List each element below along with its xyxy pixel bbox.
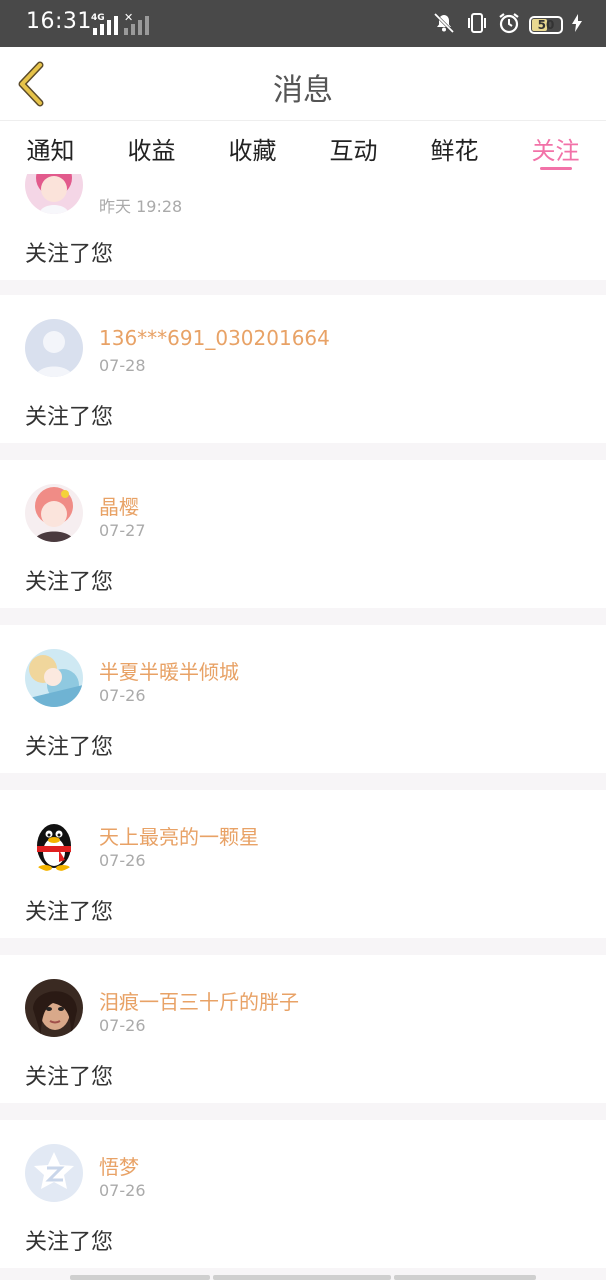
tab-favorites[interactable]: 收藏	[202, 121, 303, 174]
timestamp: 07-27	[99, 521, 146, 540]
header: 消息	[0, 47, 606, 121]
tab-flowers[interactable]: 鲜花	[404, 121, 505, 174]
timestamp: 07-26	[99, 686, 146, 705]
username[interactable]: 136***691_030201664	[99, 326, 330, 350]
timestamp: 07-26	[99, 1181, 146, 1200]
notification-list[interactable]: 昨天 19:28 关注了您 136***691_030201664 07-28 …	[0, 174, 606, 1280]
anime-girl-avatar[interactable]	[25, 484, 83, 542]
username[interactable]: 半夏半暖半倾城	[99, 656, 239, 685]
tab-notice[interactable]: 通知	[0, 121, 101, 174]
message-text: 关注了您	[25, 405, 114, 430]
signal-icon	[93, 15, 118, 35]
signal-empty-icon	[124, 15, 149, 35]
timestamp: 07-26	[99, 851, 146, 870]
list-item[interactable]: 半夏半暖半倾城 07-26 关注了您	[0, 625, 606, 773]
message-text: 关注了您	[25, 242, 114, 267]
list-item[interactable]: 天上最亮的一颗星 07-26 关注了您	[0, 790, 606, 938]
username[interactable]: 晶樱	[99, 491, 139, 520]
timestamp: 07-28	[99, 356, 146, 375]
scroll-indicator	[394, 1275, 536, 1280]
page-title: 消息	[273, 73, 333, 108]
anime-blue-avatar[interactable]	[25, 649, 83, 707]
anime-pink-avatar[interactable]	[25, 174, 83, 214]
battery-icon: 50	[529, 16, 563, 34]
vibrate-icon	[465, 12, 489, 38]
default-user-avatar[interactable]	[25, 319, 83, 377]
timestamp: 07-26	[99, 1016, 146, 1035]
message-text: 关注了您	[25, 1065, 114, 1090]
battery-level: 50	[537, 18, 555, 32]
zone-logo-avatar[interactable]	[25, 1144, 83, 1202]
scroll-indicator	[70, 1275, 210, 1280]
username[interactable]: 天上最亮的一颗星	[99, 821, 259, 850]
tab-earnings[interactable]: 收益	[101, 121, 202, 174]
tab-following[interactable]: 关注	[505, 121, 606, 174]
list-item[interactable]: 泪痕一百三十斤的胖子 07-26 关注了您	[0, 955, 606, 1103]
charging-icon	[572, 14, 582, 36]
username[interactable]: 泪痕一百三十斤的胖子	[99, 986, 299, 1015]
alarm-icon	[498, 12, 520, 38]
message-text: 关注了您	[25, 900, 114, 925]
penguin-avatar[interactable]	[25, 814, 83, 872]
message-text: 关注了您	[25, 735, 114, 760]
status-bar: 16:31 4G ✕ 50	[0, 0, 606, 47]
tab-bar: 通知 收益 收藏 互动 鲜花 关注	[0, 121, 606, 174]
mute-icon	[432, 12, 456, 38]
list-item[interactable]: 晶樱 07-27 关注了您	[0, 460, 606, 608]
photo-woman-avatar[interactable]	[25, 979, 83, 1037]
list-item[interactable]: 136***691_030201664 07-28 关注了您	[0, 295, 606, 443]
scroll-indicator	[213, 1275, 391, 1280]
list-item[interactable]: 昨天 19:28 关注了您	[0, 174, 606, 280]
message-text: 关注了您	[25, 570, 114, 595]
status-time: 16:31	[26, 9, 92, 34]
timestamp: 昨天 19:28	[99, 197, 183, 216]
list-item[interactable]: 悟梦 07-26 关注了您	[0, 1120, 606, 1268]
tab-interaction[interactable]: 互动	[303, 121, 404, 174]
message-text: 关注了您	[25, 1230, 114, 1255]
username[interactable]: 悟梦	[99, 1151, 139, 1180]
